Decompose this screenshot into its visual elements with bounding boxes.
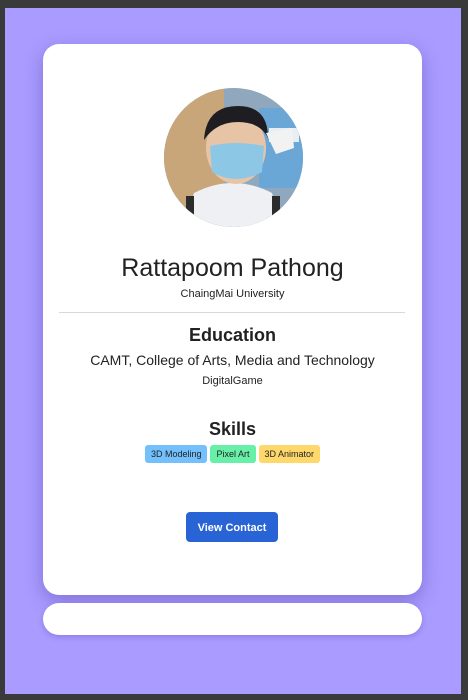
skill-tag: 3D Animator [258,445,321,463]
education-heading: Education [188,325,276,345]
skill-tag: Pixel Art [210,445,256,463]
education-college: CAMT, College of Arts, Media and Technol… [90,352,375,368]
divider [59,312,405,313]
avatar [164,88,303,227]
secondary-card [43,603,422,635]
view-contact-button[interactable]: View Contact [186,512,278,542]
university-name: ChaingMai University [180,288,285,300]
skills-list: 3D Modeling Pixel Art 3D Animator [43,445,422,463]
profile-card: Rattapoom Pathong ChaingMai University E… [43,44,422,595]
skills-heading: Skills [208,419,257,439]
skill-tag: 3D Modeling [144,445,208,463]
avatar-photo [164,88,303,227]
profile-name: Rattapoom Pathong [121,254,344,282]
education-major: DigitalGame [202,375,263,387]
